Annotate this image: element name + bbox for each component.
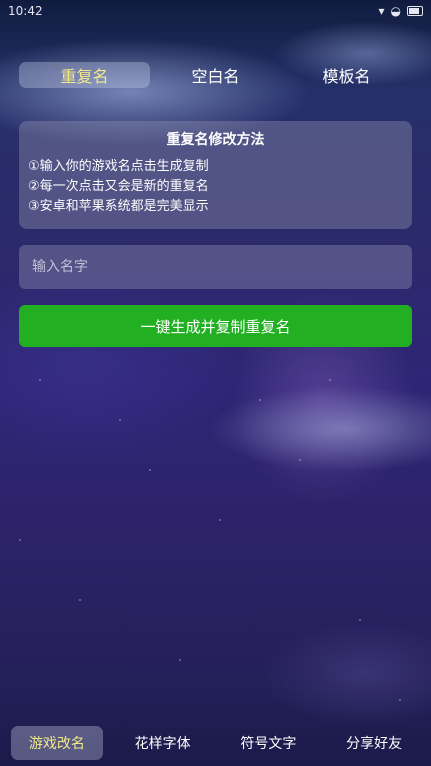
instruction-line: ②每一次点击又会是新的重复名 <box>28 179 209 194</box>
name-input[interactable] <box>19 245 412 289</box>
instructions-title: 重复名修改方法 <box>166 132 265 148</box>
tab-blank-name[interactable]: 空白名 <box>150 62 281 88</box>
instruction-line: ①输入你的游戏名点击生成复制 <box>28 159 209 174</box>
top-tab-bar: 重复名 空白名 模板名 <box>19 62 412 88</box>
wifi-icon: ◒ <box>390 4 401 18</box>
nav-game-rename[interactable]: 游戏改名 <box>10 726 103 760</box>
nav-share-friends[interactable]: 分享好友 <box>328 726 420 760</box>
signal-icon: ▾ <box>378 4 385 18</box>
status-time: 10:42 <box>8 4 43 18</box>
status-bar: 10:42 ▾ ◒ <box>0 0 431 22</box>
tab-template-name[interactable]: 模板名 <box>281 62 412 88</box>
bottom-nav: 游戏改名 花样字体 符号文字 分享好友 <box>0 720 431 766</box>
starry-background <box>0 0 431 766</box>
instructions-card: 重复名修改方法 ①输入你的游戏名点击生成复制 ②每一次点击又会是新的重复名 ③安… <box>19 121 412 229</box>
status-icons: ▾ ◒ <box>378 4 423 18</box>
nav-symbol-text[interactable]: 符号文字 <box>222 726 314 760</box>
generate-copy-button[interactable]: 一键生成并复制重复名 <box>19 305 412 347</box>
battery-icon <box>407 6 423 16</box>
tab-duplicate-name[interactable]: 重复名 <box>19 62 150 88</box>
instruction-line: ③安卓和苹果系统都是完美显示 <box>28 199 209 214</box>
nav-fancy-fonts[interactable]: 花样字体 <box>117 726 209 760</box>
